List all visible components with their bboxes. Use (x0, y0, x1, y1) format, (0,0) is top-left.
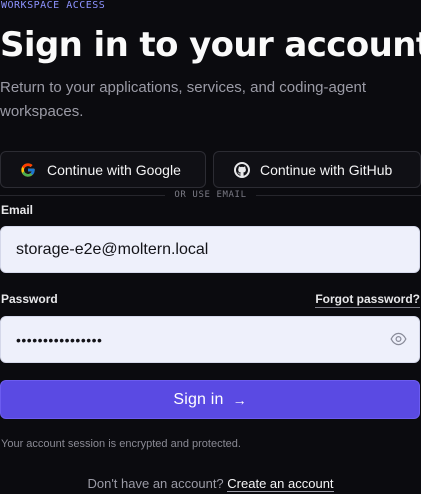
eye-icon[interactable] (390, 332, 407, 346)
google-logo-icon (20, 162, 36, 178)
password-field[interactable] (0, 316, 420, 363)
security-note: Your account session is encrypted and pr… (1, 438, 241, 450)
sign-in-label: Sign in (173, 390, 224, 408)
sign-in-button[interactable]: Sign in → (0, 380, 420, 419)
arrow-right-icon: → (232, 391, 247, 408)
github-logo-icon (234, 161, 250, 178)
email-label: Email (1, 203, 34, 217)
eyebrow-label: WORKSPACE ACCESS (1, 0, 106, 11)
page-title: Sign in to your account (0, 25, 421, 65)
email-field[interactable] (0, 226, 420, 273)
github-signin-button[interactable]: Continue with GitHub (213, 151, 421, 188)
password-input[interactable] (16, 331, 376, 348)
github-button-label: Continue with GitHub (260, 161, 393, 178)
forgot-password-link[interactable]: Forgot password? (315, 292, 420, 308)
google-button-label: Continue with Google (47, 161, 181, 178)
signup-question: Don't have an account? (87, 476, 224, 491)
divider-label: OR USE EMAIL (174, 190, 247, 200)
create-account-link[interactable]: Create an account (227, 476, 334, 492)
password-label: Password (1, 292, 58, 306)
email-input[interactable] (16, 240, 376, 259)
google-signin-button[interactable]: Continue with Google (0, 151, 206, 188)
page-subtitle: Return to your applications, services, a… (0, 79, 367, 120)
signup-prompt: Don't have an account? Create an account (0, 476, 421, 492)
